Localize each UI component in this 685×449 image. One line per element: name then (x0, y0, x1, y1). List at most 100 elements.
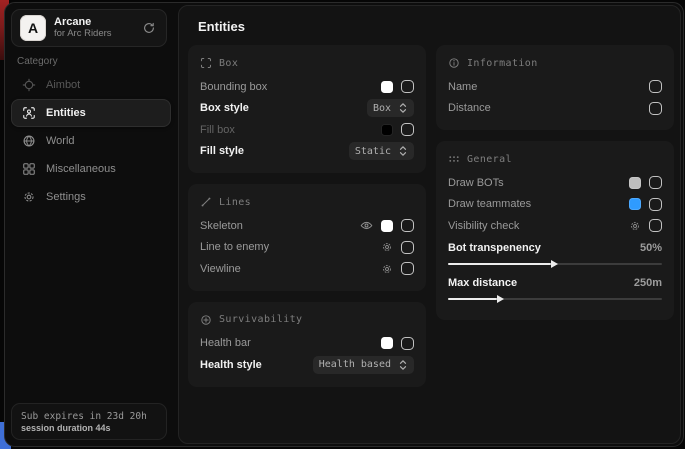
fill-style-dropdown[interactable]: Static (349, 142, 414, 160)
fill-box-checkbox[interactable] (401, 123, 414, 136)
row-label: Bounding box (200, 81, 267, 93)
draw-bots-checkbox[interactable] (649, 176, 662, 189)
grid-icon (22, 162, 36, 176)
row-label: Distance (448, 102, 491, 114)
session-duration-text: session duration 44s (21, 423, 157, 433)
row-label: Skeleton (200, 220, 243, 232)
row-label: Health style (200, 359, 262, 371)
color-swatch[interactable] (629, 198, 641, 210)
sidebar-item-entities[interactable]: Entities (11, 99, 171, 127)
line-to-enemy-checkbox[interactable] (401, 241, 414, 254)
lines-card: Lines Skeleton Line to enemy (188, 184, 426, 291)
setting-row-visibility-check: Visibility check (448, 215, 662, 237)
bounding-box-checkbox[interactable] (401, 80, 414, 93)
gear-icon[interactable] (629, 220, 641, 232)
survivability-card: Survivability Health bar Health style He… (188, 302, 426, 387)
row-label: Box style (200, 102, 249, 114)
setting-row-skeleton: Skeleton (200, 215, 414, 237)
setting-row-fill-box: Fill box (200, 119, 414, 141)
general-card: General Draw BOTs Draw teammates (436, 141, 674, 320)
row-label: Draw BOTs (448, 177, 504, 189)
sidebar-item-world[interactable]: World (11, 127, 171, 155)
app-meta: Arcane for Arc Riders (54, 16, 132, 40)
setting-row-line-to-enemy: Line to enemy (200, 237, 414, 259)
updown-icon (398, 359, 408, 371)
name-checkbox[interactable] (649, 80, 662, 93)
slider-value: 50% (640, 242, 662, 254)
setting-row-draw-teammates: Draw teammates (448, 194, 662, 216)
box-card: Box Bounding box Box style Box (188, 45, 426, 173)
sidebar-item-label: Settings (46, 191, 86, 203)
entities-icon (22, 106, 36, 120)
sidebar-item-label: Entities (46, 107, 86, 119)
setting-row-bounding-box: Bounding box (200, 76, 414, 98)
main-panel: Entities Box Bounding box (178, 5, 681, 444)
updown-icon (398, 102, 408, 114)
information-card: Information Name Distance (436, 45, 674, 130)
slider-value: 250m (634, 277, 662, 289)
lines-icon (200, 196, 212, 208)
color-swatch[interactable] (381, 81, 393, 93)
setting-row-fill-style: Fill style Static (200, 141, 414, 163)
max-distance-slider[interactable] (448, 295, 662, 303)
health-bar-checkbox[interactable] (401, 337, 414, 350)
app-header-card: A Arcane for Arc Riders (11, 9, 167, 47)
slider-label: Bot transpenency (448, 242, 541, 254)
gear-icon[interactable] (381, 263, 393, 275)
sidebar-item-aimbot[interactable]: Aimbot (11, 71, 171, 99)
setting-row-name: Name (448, 76, 662, 98)
viewline-checkbox[interactable] (401, 262, 414, 275)
setting-row-health-bar: Health bar (200, 333, 414, 355)
sidebar-item-miscellaneous[interactable]: Miscellaneous (11, 155, 171, 183)
box-style-dropdown[interactable]: Box (367, 99, 414, 117)
refresh-icon[interactable] (140, 19, 158, 37)
box-card-header: Box (200, 55, 414, 71)
color-swatch[interactable] (629, 177, 641, 189)
gear-icon[interactable] (381, 241, 393, 253)
category-label: Category (17, 56, 58, 67)
color-swatch[interactable] (381, 124, 393, 136)
distance-checkbox[interactable] (649, 102, 662, 115)
general-icon (448, 153, 460, 165)
crosshair-icon (22, 78, 36, 92)
dropdown-value: Box (373, 103, 391, 114)
color-swatch[interactable] (381, 220, 393, 232)
setting-row-box-style: Box style Box (200, 98, 414, 120)
slider-fill (448, 298, 497, 300)
subscription-card: Sub expires in 23d 20h session duration … (11, 403, 167, 440)
arcane-logo: A (20, 15, 46, 41)
row-label: Draw teammates (448, 198, 531, 210)
sidebar-item-label: Aimbot (46, 79, 80, 91)
info-icon (448, 57, 460, 69)
health-style-dropdown[interactable]: Health based (313, 356, 414, 374)
draw-teammates-checkbox[interactable] (649, 198, 662, 211)
color-swatch[interactable] (381, 337, 393, 349)
eye-icon[interactable] (360, 219, 373, 232)
setting-row-health-style: Health style Health based (200, 354, 414, 376)
row-label: Health bar (200, 337, 251, 349)
row-label: Line to enemy (200, 241, 269, 253)
row-label: Fill style (200, 145, 244, 157)
information-card-header: Information (448, 55, 662, 71)
survivability-card-header: Survivability (200, 312, 414, 328)
lines-card-title: Lines (219, 197, 251, 208)
general-card-header: General (448, 151, 662, 167)
sidebar-item-settings[interactable]: Settings (11, 183, 171, 211)
setting-row-distance: Distance (448, 98, 662, 120)
app-window: A Arcane for Arc Riders Category Aimbot (4, 2, 684, 447)
dropdown-value: Health based (319, 359, 391, 370)
bot-transparency-slider[interactable] (448, 260, 662, 268)
row-label: Fill box (200, 124, 235, 136)
row-label: Viewline (200, 263, 241, 275)
app-tagline: for Arc Riders (54, 29, 132, 40)
sidebar-item-label: Miscellaneous (46, 163, 116, 175)
visibility-check-checkbox[interactable] (649, 219, 662, 232)
left-column: Box Bounding box Box style Box (188, 45, 426, 398)
sub-expires-text: Sub expires in 23d 20h (21, 411, 157, 422)
row-label: Name (448, 81, 477, 93)
app-name: Arcane (54, 16, 132, 29)
dropdown-value: Static (355, 146, 391, 157)
box-icon (200, 57, 212, 69)
bot-transparency-group: Bot transpenency 50% (448, 239, 662, 268)
skeleton-checkbox[interactable] (401, 219, 414, 232)
